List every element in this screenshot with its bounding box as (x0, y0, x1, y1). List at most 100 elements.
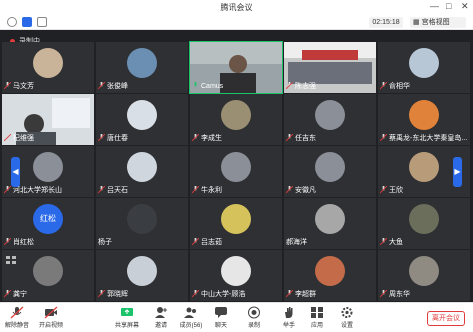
share-screen-icon (121, 308, 133, 316)
participant-video-tile[interactable]: 杞维强 (2, 94, 94, 145)
avatar (127, 48, 157, 78)
participant-name: 龚宁 (13, 291, 27, 298)
mic-muted-icon (286, 186, 293, 193)
avatar (315, 100, 345, 130)
record-button[interactable]: 录制 (239, 305, 269, 331)
participant-tile[interactable]: 红松 肖红松 (2, 198, 94, 249)
maximize-icon[interactable]: □ (446, 1, 451, 11)
participant-name: 李超群 (295, 291, 316, 298)
participant-name: 肖红松 (13, 239, 34, 246)
participant-name: 任吉东 (295, 135, 316, 142)
mic-muted-icon (286, 290, 293, 297)
participant-tile[interactable]: 安徽凡 (284, 146, 376, 197)
title-bar: 腾讯会议 — □ ✕ (0, 0, 473, 15)
avatar (33, 152, 63, 182)
settings-button[interactable]: 设置 (332, 305, 362, 331)
apps-button[interactable]: 应用 (302, 305, 332, 331)
participant-tile[interactable]: 杨子 (96, 198, 188, 249)
avatar (409, 100, 439, 130)
avatar (33, 48, 63, 78)
participant-name: 周东华 (389, 291, 410, 298)
participant-tile[interactable]: 任吉东 (284, 94, 376, 145)
participant-name: 吕天石 (107, 187, 128, 194)
participant-tile[interactable]: 大鱼 (378, 198, 470, 249)
mic-muted-icon (192, 186, 199, 193)
apps-icon (311, 307, 323, 318)
start-video-button[interactable]: 开启视频 (36, 305, 66, 331)
participant-video-tile[interactable]: Camus (189, 41, 283, 94)
invite-button[interactable]: 邀请 (146, 305, 176, 331)
window-title: 腾讯会议 (220, 3, 253, 12)
mic-muted-icon (98, 290, 105, 297)
members-button[interactable]: 成员(56) (176, 305, 206, 331)
participant-name: 马文芳 (13, 83, 34, 90)
participant-name: 中山大学-顾浩 (201, 291, 246, 298)
participant-video-tile[interactable]: 陈志强 (284, 42, 376, 93)
participant-name: 河北大学郑长山 (13, 187, 62, 194)
members-icon (184, 307, 196, 318)
participant-tile[interactable]: 牛永利 (190, 146, 282, 197)
participant-tile[interactable]: 中山大学-顾浩 (190, 250, 282, 301)
participant-tile[interactable]: 吕天石 (96, 146, 188, 197)
meeting-window: 腾讯会议 — □ ✕ 02:15:18 ▦ 宫格视图 录制中 马文芳 张俊峰 (0, 0, 473, 332)
mic-muted-icon (4, 290, 11, 297)
participant-tile[interactable]: 蔡禹龙-东北大学秦皇岛... (378, 94, 470, 145)
layout-icon[interactable] (6, 256, 16, 264)
minimize-icon[interactable]: — (430, 1, 439, 11)
avatar (221, 204, 251, 234)
mic-muted-icon (4, 82, 11, 89)
participant-name: 安徽凡 (295, 187, 316, 194)
participant-tile[interactable]: 唐仕春 (96, 94, 188, 145)
avatar (221, 152, 251, 182)
mic-muted-icon (4, 134, 11, 141)
leave-meeting-button[interactable]: 离开会议 (427, 311, 465, 326)
mic-muted-icon (286, 82, 293, 89)
participant-name: 李成生 (201, 135, 222, 142)
participant-tile[interactable]: 吕志茹 (190, 198, 282, 249)
participant-tile[interactable]: 郝海洋 (284, 198, 376, 249)
signal-icon[interactable] (37, 17, 47, 27)
view-label: 宫格视图 (421, 19, 450, 26)
participant-name: 王欣 (389, 187, 403, 194)
mic-muted-icon (4, 186, 11, 193)
share-screen-button[interactable]: 共享屏幕 (112, 305, 142, 331)
unmute-button[interactable]: 解除静音 (2, 305, 32, 331)
mic-muted-icon (380, 82, 387, 89)
mic-muted-icon (380, 238, 387, 245)
prev-page-arrow[interactable]: ◀ (11, 157, 20, 187)
avatar (127, 204, 157, 234)
participant-name: 杞维强 (13, 135, 34, 142)
shield-icon[interactable] (22, 17, 32, 27)
avatar (127, 256, 157, 286)
avatar (409, 48, 439, 78)
hand-icon (285, 307, 293, 318)
participant-name: 唐仕春 (107, 135, 128, 142)
participant-tile[interactable]: 李成生 (190, 94, 282, 145)
avatar (409, 256, 439, 286)
grid-view-icon: ▦ (413, 19, 420, 26)
participant-name: 郝海洋 (286, 239, 307, 246)
participant-tile[interactable]: 李超群 (284, 250, 376, 301)
mic-muted-icon (380, 290, 387, 297)
participant-tile[interactable]: 周东华 (378, 250, 470, 301)
avatar (315, 204, 345, 234)
avatar (315, 256, 345, 286)
mic-muted-icon (98, 82, 105, 89)
next-page-arrow[interactable]: ▶ (453, 157, 462, 187)
gallery-grid: 马文芳 张俊峰 Camus 陈志强 俞相华 杞维强 唐仕春 李成生 任吉东 蔡禹… (0, 40, 473, 302)
participant-tile[interactable]: 俞相华 (378, 42, 470, 93)
mic-muted-icon (10, 306, 24, 319)
chat-button[interactable]: 聊天 (206, 305, 236, 331)
info-icon[interactable] (7, 17, 17, 27)
participant-tile[interactable]: 张俊峰 (96, 42, 188, 93)
raise-hand-button[interactable]: 举手 (274, 305, 304, 331)
view-switch-button[interactable]: ▦ 宫格视图 (410, 17, 466, 28)
mic-muted-icon (380, 134, 387, 141)
close-icon[interactable]: ✕ (461, 1, 469, 12)
mic-muted-icon (192, 290, 199, 297)
record-icon (248, 306, 260, 319)
mic-muted-icon (4, 238, 11, 245)
participant-tile[interactable]: 马文芳 (2, 42, 94, 93)
participant-name: 蔡禹龙-东北大学秦皇岛... (389, 135, 468, 142)
participant-tile[interactable]: 郭晓辉 (96, 250, 188, 301)
